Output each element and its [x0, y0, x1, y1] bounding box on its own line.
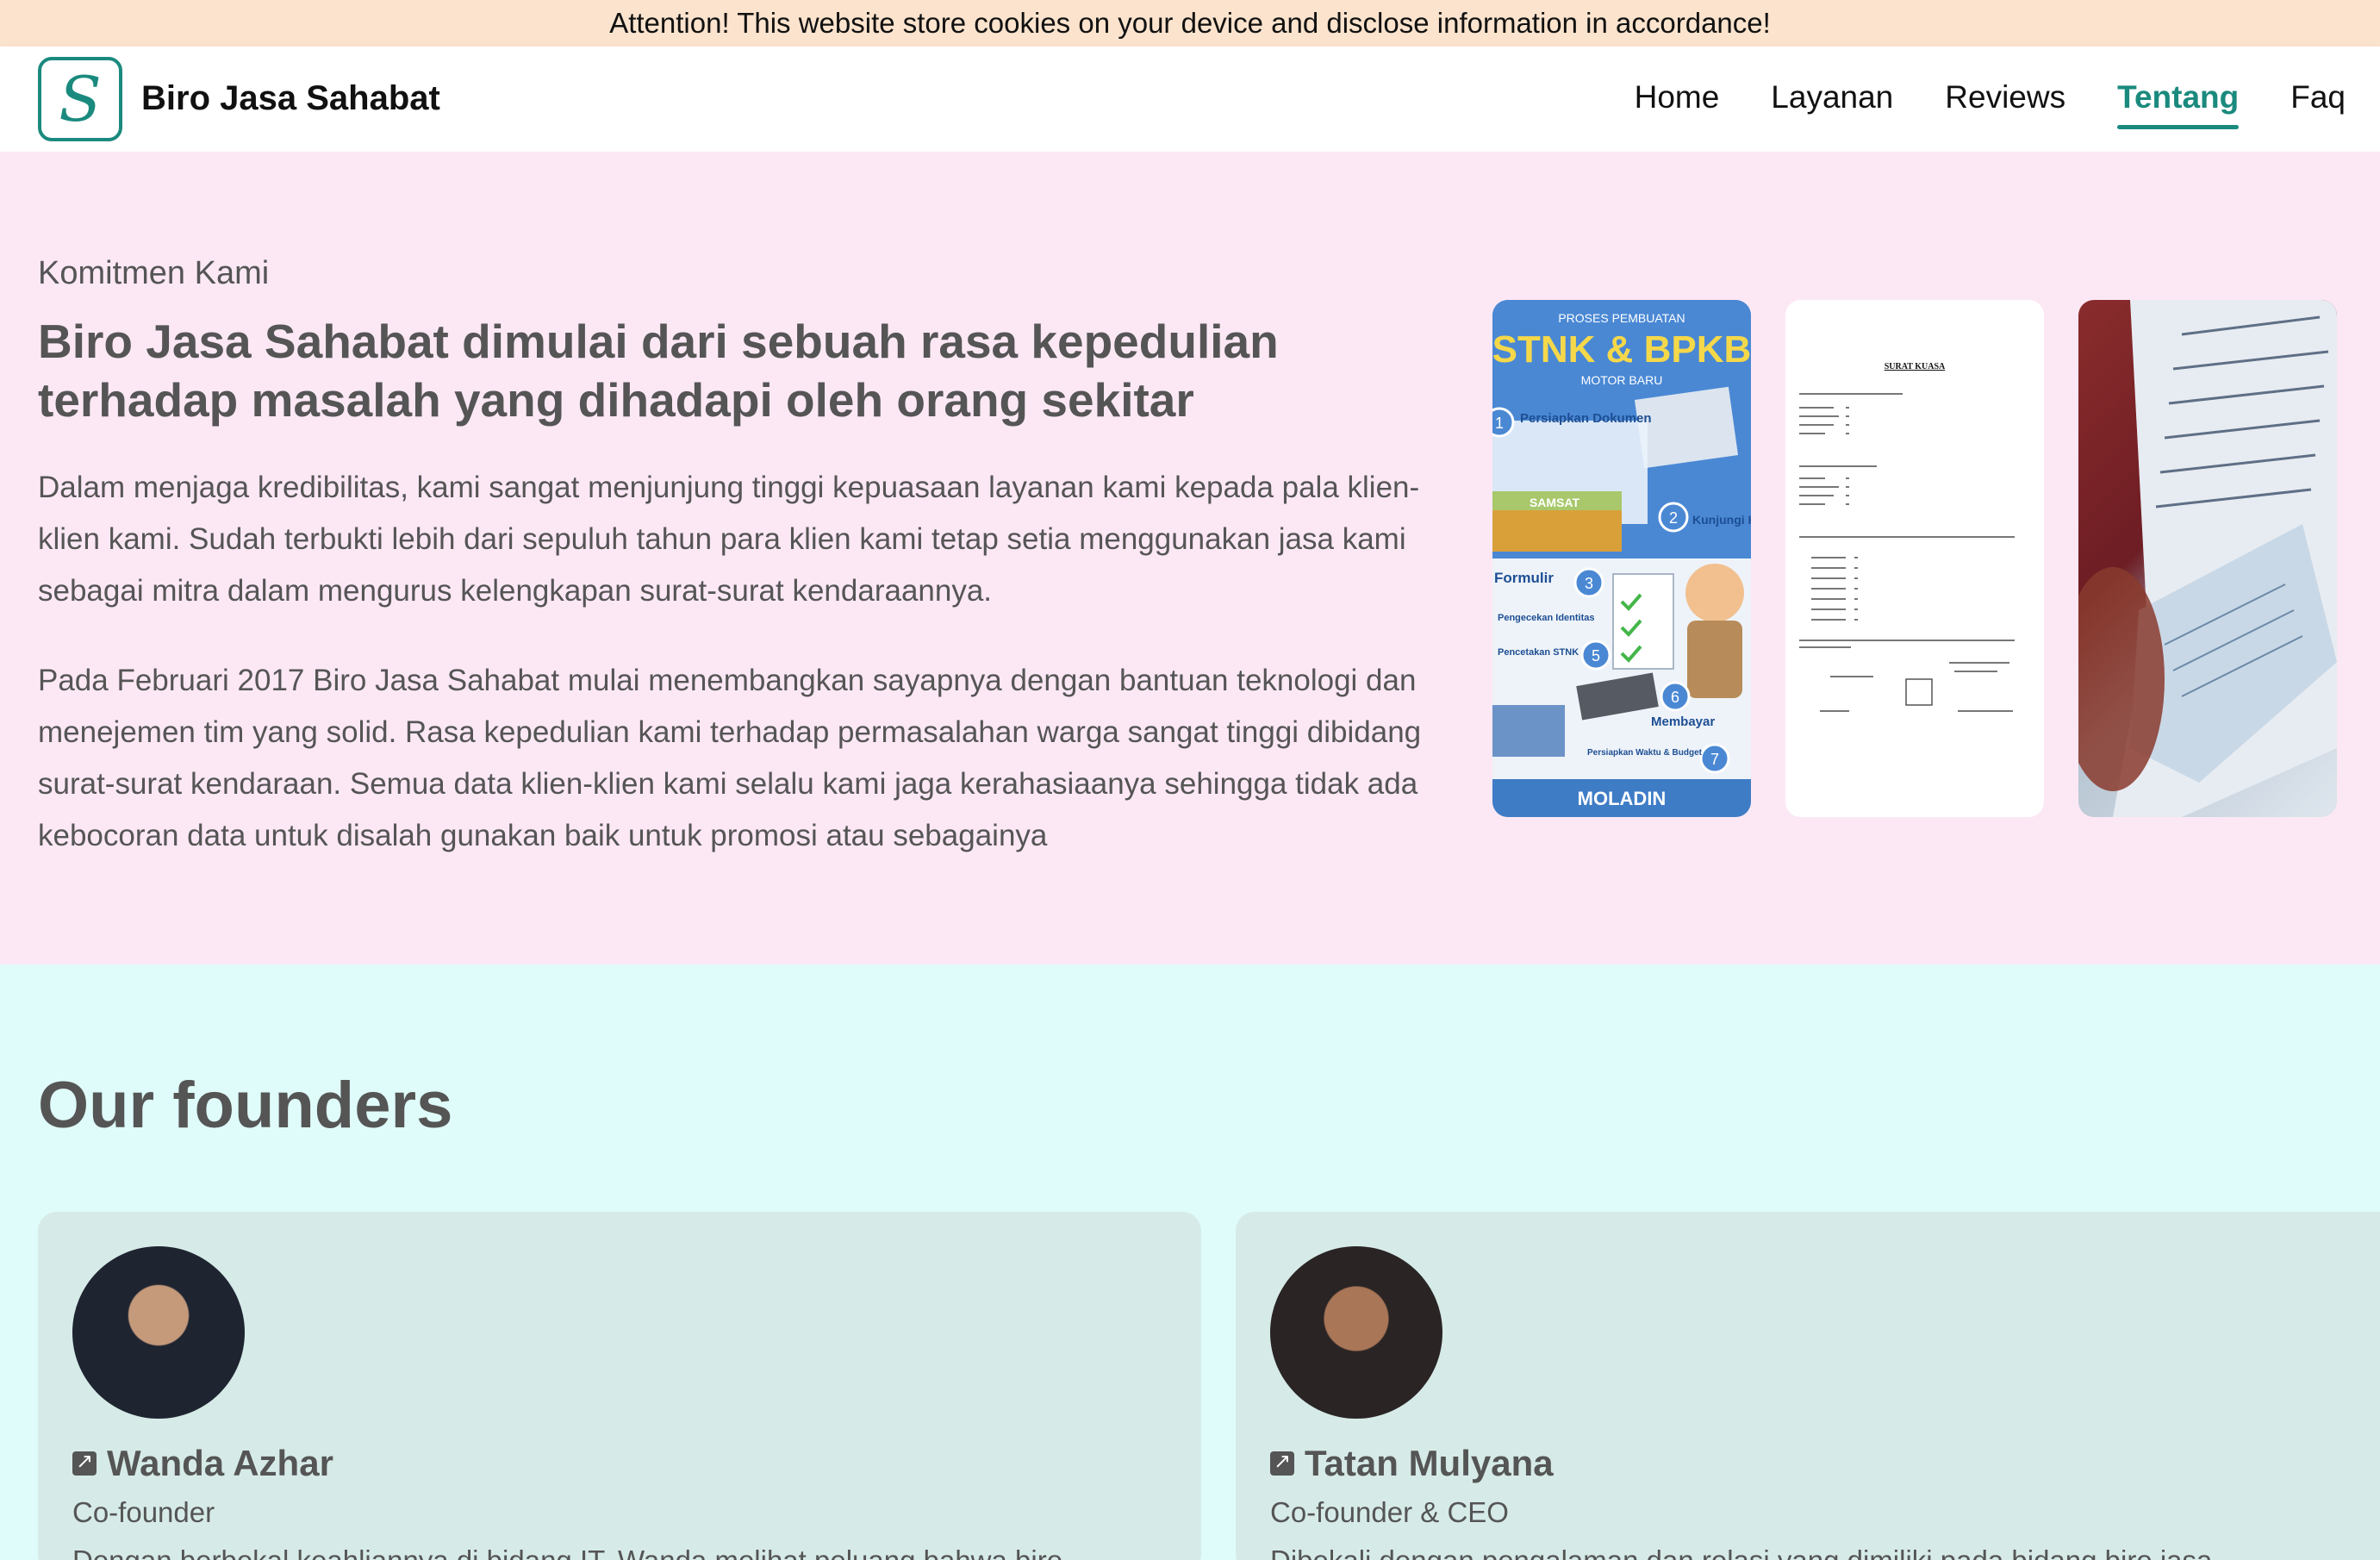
step-7-label: Persiapkan Waktu & Budget — [1587, 748, 1703, 758]
founder-card: Wanda Azhar Co-founder Dengan berbekal k… — [38, 1212, 1201, 1560]
main-nav: Home Layanan Reviews Tentang Faq — [1635, 47, 2346, 152]
svg-text:7: 7 — [1710, 751, 1719, 768]
founder-role: Co-founder & CEO — [1270, 1496, 1509, 1528]
founder-role: Co-founder — [72, 1496, 215, 1528]
samsat-sign: SAMSAT — [1530, 496, 1580, 509]
stnk-infographic-image: PROSES PEMBUATAN STNK & BPKB MOTOR BARU … — [1492, 300, 1751, 817]
infographic-title: STNK & BPKB — [1492, 328, 1751, 371]
nav-home[interactable]: Home — [1635, 79, 1720, 119]
section-eyebrow: Komitmen Kami — [38, 255, 270, 291]
avatar — [1270, 1246, 1442, 1419]
logo-letter: S — [59, 63, 102, 135]
moladin-logo-text: MOLADIN — [1578, 788, 1667, 809]
step-1-label: Persiapkan Dokumen — [1520, 411, 1652, 426]
founder-card: Tatan Mulyana Co-founder & CEO Dibekali … — [1236, 1212, 2380, 1560]
external-link-icon[interactable] — [1270, 1449, 1294, 1476]
svg-text:5: 5 — [1592, 647, 1600, 665]
about-headline: Biro Jasa Sahabat dimulai dari sebuah ra… — [38, 315, 1279, 427]
nav-tentang[interactable]: Tentang — [2117, 79, 2240, 129]
founder-name-row[interactable]: Tatan Mulyana — [1270, 1443, 1554, 1484]
founder-name-row[interactable]: Wanda Azhar — [72, 1443, 333, 1484]
nav-layanan[interactable]: Layanan — [1771, 79, 1893, 119]
step-5-label: Pencetakan STNK — [1498, 647, 1579, 658]
letter-title: SURAT KUASA — [1885, 362, 1946, 371]
svg-text:1: 1 — [1495, 415, 1504, 432]
founder-description: Dengan berbekal keahliannya di bidang IT… — [72, 1544, 1175, 1560]
step-6-label: Membayar — [1651, 714, 1715, 729]
founder-name[interactable]: Wanda Azhar — [107, 1443, 333, 1484]
vehicle-document-photo — [2078, 300, 2337, 817]
founder-name[interactable]: Tatan Mulyana — [1305, 1443, 1554, 1484]
about-section: Komitmen Kami Biro Jasa Sahabat dimulai … — [0, 152, 2380, 964]
cookie-banner-text: Attention! This website store cookies on… — [609, 7, 1771, 39]
about-paragraph-2: Pada Februari 2017 Biro Jasa Sahabat mul… — [38, 664, 1422, 852]
founders-section: Our founders Wanda Azhar Co-founder Deng… — [0, 964, 2380, 1560]
infographic-subtitle: PROSES PEMBUATAN — [1558, 311, 1685, 325]
surat-kuasa-image: SURAT KUASA — [1785, 300, 2044, 817]
about-paragraph-1: Dalam menjaga kredibilitas, kami sangat … — [38, 471, 1420, 608]
svg-text:2: 2 — [1669, 509, 1678, 527]
cookie-banner: Attention! This website store cookies on… — [0, 0, 2380, 47]
step-2-label: Kunjungi Kantor SAMSAT — [1692, 513, 1751, 527]
nav-faq[interactable]: Faq — [2290, 79, 2346, 119]
brand-name[interactable]: Biro Jasa Sahabat — [141, 79, 440, 118]
founders-title: Our founders — [38, 1069, 453, 1142]
step-3-label: Formulir — [1494, 570, 1554, 586]
svg-text:6: 6 — [1671, 689, 1679, 706]
infographic-tagline: MOTOR BARU — [1581, 373, 1663, 387]
external-link-icon[interactable] — [72, 1449, 97, 1476]
step-4-label: Pengecekan Identitas — [1498, 613, 1595, 623]
svg-text:3: 3 — [1585, 575, 1593, 592]
founder-description: Dibekali dengan pengalaman dan relasi ya… — [1270, 1544, 2373, 1560]
logo[interactable]: S — [38, 57, 122, 141]
avatar — [72, 1246, 245, 1419]
site-header: S Biro Jasa Sahabat Home Layanan Reviews… — [0, 47, 2380, 152]
nav-reviews[interactable]: Reviews — [1945, 79, 2065, 119]
